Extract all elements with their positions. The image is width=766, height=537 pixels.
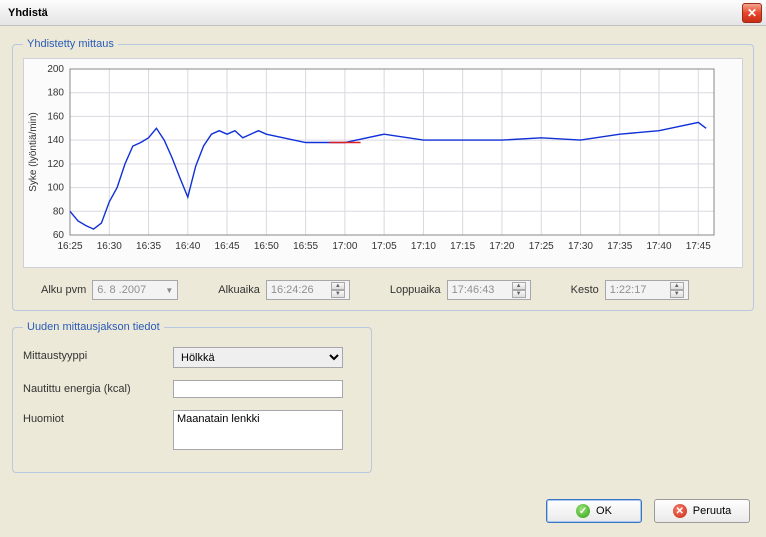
details-section: Uuden mittausjakson tiedot Mittaustyyppi… [12,321,754,473]
duration-label: Kesto [571,284,599,296]
merged-measurement-panel: Yhdistetty mittaus 60 80 100 120 140 160 180 20… [12,38,754,311]
svg-text:16:55: 16:55 [293,241,318,252]
heart-rate-chart: 60 80 100 120 140 160 180 200 16:25 16:30 16:35 16:… [23,58,743,268]
svg-text:17:30: 17:30 [568,241,593,252]
spinner-icon: ▲▼ [512,282,526,298]
cross-icon: ✕ [673,504,687,518]
new-session-panel: Uuden mittausjakson tiedot Mittaustyyppi… [12,321,372,473]
svg-text:80: 80 [53,206,65,217]
start-date-field[interactable]: 6. 8 .2007 ▼ [92,280,178,300]
svg-text:Syke (lyöntiä/min): Syke (lyöntiä/min) [28,112,39,191]
chevron-down-icon: ▼ [165,286,173,295]
notes-label: Huomiot [23,410,173,425]
merged-measurement-legend: Yhdistetty mittaus [23,38,118,50]
svg-text:17:05: 17:05 [372,241,397,252]
close-button[interactable]: ✕ [742,3,762,23]
spinner-icon: ▲▼ [331,282,345,298]
svg-text:16:30: 16:30 [97,241,122,252]
measurement-type-label: Mittaustyyppi [23,347,173,362]
time-fields-row: Alku pvm 6. 8 .2007 ▼ Alkuaika 16:24:26 … [23,280,743,300]
spinner-icon: ▲▼ [670,282,684,298]
ok-button[interactable]: ✓ OK [546,499,642,523]
svg-text:200: 200 [47,64,64,75]
dialog-content: Yhdistetty mittaus 60 80 100 120 140 160 180 20… [0,26,766,491]
svg-text:17:10: 17:10 [411,241,436,252]
svg-text:16:50: 16:50 [254,241,279,252]
svg-text:16:40: 16:40 [175,241,200,252]
start-time-field[interactable]: 16:24:26 ▲▼ [266,280,350,300]
svg-text:16:45: 16:45 [215,241,240,252]
window-title: Yhdistä [8,7,48,19]
svg-text:17:40: 17:40 [647,241,672,252]
energy-input[interactable] [173,380,343,398]
new-session-legend: Uuden mittausjakson tiedot [23,321,164,333]
svg-text:160: 160 [47,111,64,122]
title-bar: Yhdistä ✕ [0,0,766,26]
close-icon: ✕ [747,6,757,20]
svg-text:120: 120 [47,159,64,170]
check-icon: ✓ [576,504,590,518]
measurement-type-select[interactable]: Hölkkä [173,347,343,368]
svg-text:17:45: 17:45 [686,241,711,252]
svg-text:140: 140 [47,135,64,146]
svg-text:17:15: 17:15 [450,241,475,252]
end-time-field[interactable]: 17:46:43 ▲▼ [447,280,531,300]
start-date-label: Alku pvm [41,284,86,296]
svg-text:16:25: 16:25 [57,241,82,252]
svg-text:100: 100 [47,183,64,194]
notes-textarea[interactable]: Maanatain lenkki [173,410,343,450]
svg-text:16:35: 16:35 [136,241,161,252]
duration-field[interactable]: 1:22:17 ▲▼ [605,280,689,300]
end-time-label: Loppuaika [390,284,441,296]
svg-text:17:20: 17:20 [489,241,514,252]
start-time-label: Alkuaika [218,284,260,296]
energy-label: Nautittu energia (kcal) [23,380,173,395]
dialog-button-row: ✓ OK ✕ Peruuta [546,499,750,523]
svg-text:17:35: 17:35 [607,241,632,252]
svg-text:60: 60 [53,230,65,241]
svg-text:180: 180 [47,88,64,99]
svg-text:17:00: 17:00 [332,241,357,252]
svg-text:17:25: 17:25 [529,241,554,252]
cancel-button[interactable]: ✕ Peruuta [654,499,750,523]
